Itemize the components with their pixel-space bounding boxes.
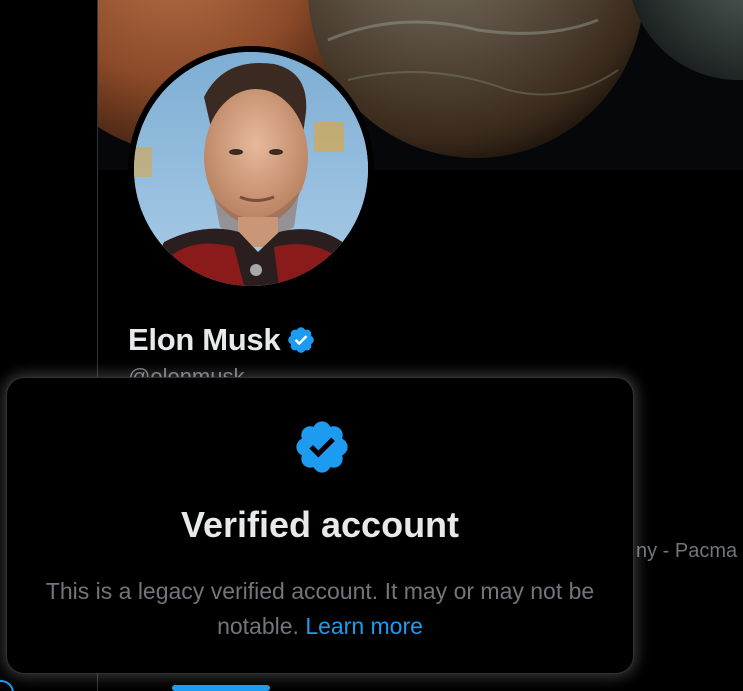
profile-name-row: Elon Musk bbox=[128, 322, 316, 358]
popover-title: Verified account bbox=[180, 504, 460, 545]
learn-more-link[interactable]: Learn more bbox=[305, 613, 423, 639]
profile-bio-fragment: ny - Pacma bbox=[636, 540, 738, 562]
popover-description: This is a legacy verified account. It ma… bbox=[37, 574, 603, 644]
active-tab-indicator bbox=[172, 685, 270, 691]
circle-icon[interactable] bbox=[0, 680, 14, 691]
profile-page: Elon Musk @elonmusk ny - Pacma Verified … bbox=[0, 0, 743, 691]
verified-badge-icon bbox=[292, 417, 352, 477]
verified-account-popover: Verified account This is a legacy verifi… bbox=[6, 377, 634, 674]
avatar[interactable] bbox=[134, 52, 368, 286]
display-name: Elon Musk bbox=[128, 322, 281, 357]
verified-badge-icon[interactable] bbox=[286, 325, 316, 355]
